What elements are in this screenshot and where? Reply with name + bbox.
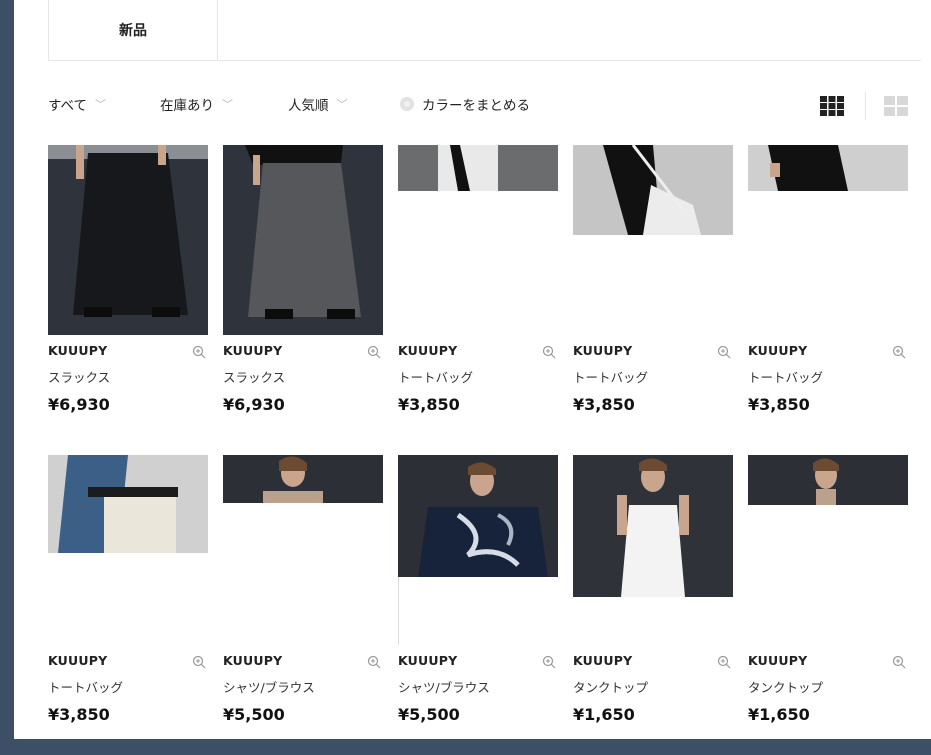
- product-card[interactable]: KUUUPY スラックス ¥6,930: [48, 145, 208, 445]
- product-price: ¥5,500: [223, 705, 285, 724]
- filter-sort-label: 人気順: [288, 98, 329, 114]
- product-price: ¥3,850: [748, 395, 810, 414]
- product-image[interactable]: [223, 455, 383, 503]
- product-name: スラックス: [223, 370, 286, 385]
- zoom-in-icon[interactable]: [542, 345, 556, 359]
- product-price: ¥1,650: [573, 705, 635, 724]
- product-list-panel: 新品 すべて ﹀ 在庫あり ﹀ 人気順 ﹀ カラーをまとめる KUUUPY スラ…: [14, 0, 931, 739]
- chevron-down-icon: ﹀: [336, 98, 348, 111]
- product-image[interactable]: [748, 455, 908, 505]
- filter-all-label: すべて: [48, 98, 88, 114]
- product-image[interactable]: [223, 145, 383, 335]
- product-brand[interactable]: KUUUPY: [48, 343, 107, 358]
- tab-new-label: 新品: [119, 23, 147, 39]
- product-image[interactable]: [48, 145, 208, 335]
- color-group-toggle[interactable]: カラーをまとめる: [400, 94, 530, 114]
- product-price: ¥1,650: [748, 705, 810, 724]
- product-image[interactable]: [573, 145, 733, 235]
- product-price: ¥3,850: [398, 395, 460, 414]
- radio-icon[interactable]: [400, 97, 414, 111]
- zoom-in-icon[interactable]: [717, 655, 731, 669]
- product-price: ¥6,930: [48, 395, 110, 414]
- zoom-in-icon[interactable]: [542, 655, 556, 669]
- product-name: スラックス: [48, 370, 111, 385]
- product-price: ¥3,850: [48, 705, 110, 724]
- product-image[interactable]: [573, 455, 733, 597]
- filter-sort[interactable]: 人気順 ﹀: [288, 94, 348, 114]
- product-card[interactable]: KUUUPY トートバッグ ¥3,850: [748, 145, 908, 445]
- filter-stock[interactable]: 在庫あり ﹀: [160, 94, 233, 114]
- chevron-down-icon: ﹀: [222, 98, 233, 111]
- zoom-in-icon[interactable]: [192, 655, 206, 669]
- zoom-in-icon[interactable]: [892, 655, 906, 669]
- product-name: シャツ/ブラウス: [223, 680, 315, 695]
- product-image[interactable]: [748, 145, 908, 191]
- filter-stock-label: 在庫あり: [160, 98, 214, 114]
- product-card[interactable]: KUUUPY トートバッグ ¥3,850: [398, 145, 558, 445]
- product-price: ¥6,930: [223, 395, 285, 414]
- product-name: トートバッグ: [573, 370, 649, 385]
- product-price: ¥3,850: [573, 395, 635, 414]
- product-image[interactable]: [398, 455, 558, 577]
- product-name: トートバッグ: [48, 680, 124, 695]
- tab-bar: 新品: [48, 0, 921, 61]
- tab-new[interactable]: 新品: [48, 0, 218, 60]
- product-brand[interactable]: KUUUPY: [223, 343, 282, 358]
- grid-4-icon[interactable]: [884, 96, 908, 116]
- filter-bar: すべて ﹀ 在庫あり ﹀ 人気順 ﹀ カラーをまとめる: [48, 94, 921, 118]
- product-name: タンクトップ: [573, 680, 649, 695]
- product-name: タンクトップ: [748, 680, 824, 695]
- chevron-down-icon: ﹀: [95, 98, 107, 111]
- product-name: シャツ/ブラウス: [398, 680, 490, 695]
- grid-5-icon[interactable]: [820, 96, 844, 116]
- image-border: [398, 577, 399, 645]
- product-brand[interactable]: KUUUPY: [748, 653, 807, 668]
- product-card[interactable]: KUUUPY シャツ/ブラウス ¥5,500: [398, 455, 558, 755]
- product-brand[interactable]: KUUUPY: [398, 343, 457, 358]
- product-card[interactable]: KUUUPY シャツ/ブラウス ¥5,500: [223, 455, 383, 755]
- product-card[interactable]: KUUUPY トートバッグ ¥3,850: [48, 455, 208, 755]
- product-card[interactable]: KUUUPY タンクトップ ¥1,650: [748, 455, 908, 755]
- product-brand[interactable]: KUUUPY: [223, 653, 282, 668]
- zoom-in-icon[interactable]: [367, 345, 381, 359]
- color-group-label: カラーをまとめる: [422, 98, 530, 114]
- zoom-in-icon[interactable]: [717, 345, 731, 359]
- product-price: ¥5,500: [398, 705, 460, 724]
- product-card[interactable]: KUUUPY スラックス ¥6,930: [223, 145, 383, 445]
- zoom-in-icon[interactable]: [192, 345, 206, 359]
- product-image[interactable]: [48, 455, 208, 553]
- product-card[interactable]: KUUUPY トートバッグ ¥3,850: [573, 145, 733, 445]
- product-card[interactable]: KUUUPY タンクトップ ¥1,650: [573, 455, 733, 755]
- product-brand[interactable]: KUUUPY: [573, 343, 632, 358]
- product-brand[interactable]: KUUUPY: [748, 343, 807, 358]
- zoom-in-icon[interactable]: [892, 345, 906, 359]
- product-brand[interactable]: KUUUPY: [398, 653, 457, 668]
- view-separator: [865, 92, 866, 120]
- product-brand[interactable]: KUUUPY: [573, 653, 632, 668]
- zoom-in-icon[interactable]: [367, 655, 381, 669]
- product-name: トートバッグ: [398, 370, 474, 385]
- product-brand[interactable]: KUUUPY: [48, 653, 107, 668]
- product-name: トートバッグ: [748, 370, 824, 385]
- filter-all[interactable]: すべて ﹀: [48, 94, 106, 114]
- product-image[interactable]: [398, 145, 558, 191]
